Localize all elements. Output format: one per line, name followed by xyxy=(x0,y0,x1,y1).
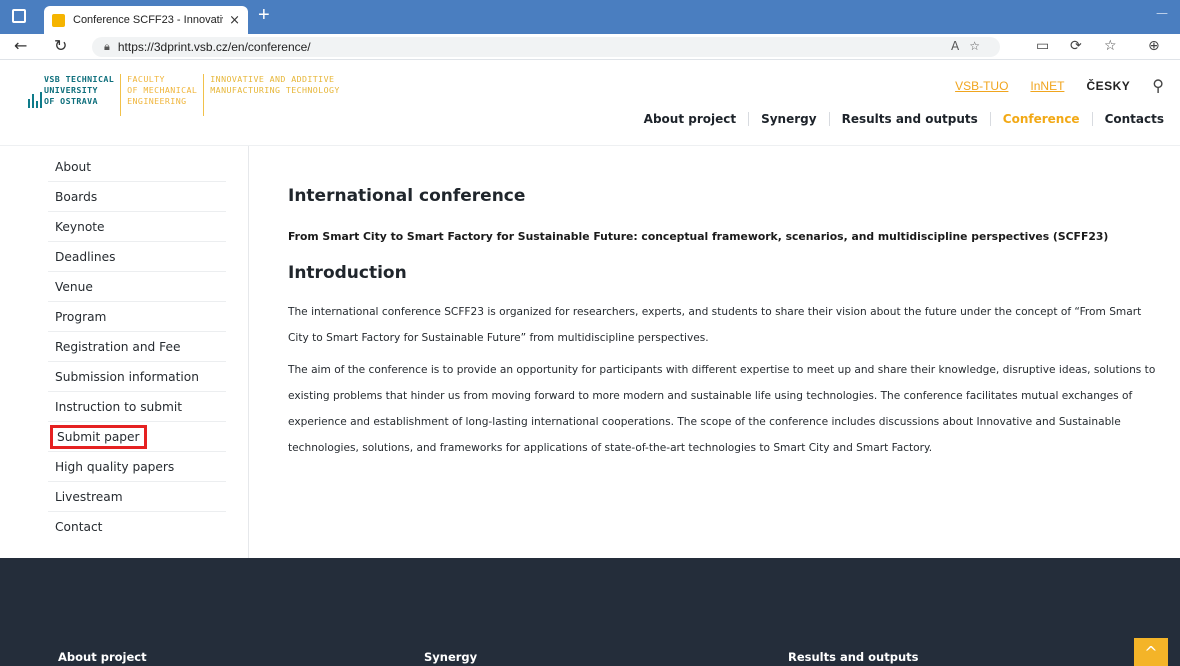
site-footer: About project Synergy Results and output… xyxy=(0,558,1180,666)
site-favicon-icon xyxy=(52,13,65,27)
intro-paragraph-1: The international conference SCFF23 is o… xyxy=(288,306,1142,344)
favorites-icon[interactable]: ☆ xyxy=(1104,38,1117,54)
new-tab-button[interactable]: + xyxy=(258,4,270,27)
main-navigation: About project Synergy Results and output… xyxy=(632,112,1164,126)
logo-university-text: VSB TECHNICAL UNIVERSITY OF OSTRAVA xyxy=(44,74,115,106)
nav-results-and-outputs[interactable]: Results and outputs xyxy=(828,112,990,126)
sidebar-item-contact[interactable]: Contact xyxy=(48,512,226,542)
chevron-up-icon: ^ xyxy=(1144,643,1158,662)
logo-divider xyxy=(203,74,205,116)
submit-paper-highlight-box: Submit paper xyxy=(50,425,147,449)
sidebar-item-about[interactable]: About xyxy=(48,152,226,182)
address-bar-row: ← ↻ 🔒︎ https://3dprint.vsb.cz/en/confere… xyxy=(0,34,1180,60)
url-field[interactable]: 🔒︎ https://3dprint.vsb.cz/en/conference/… xyxy=(92,37,1000,57)
url-text: https://3dprint.vsb.cz/en/conference/ xyxy=(117,40,311,54)
footer-results-and-outputs[interactable]: Results and outputs xyxy=(788,650,919,664)
logo-faculty-text: FACULTY OF MECHANICAL ENGINEERING xyxy=(127,74,198,106)
sidebar-item-livestream[interactable]: Livestream xyxy=(48,482,226,512)
split-screen-icon[interactable]: ▭ xyxy=(1036,38,1049,54)
extensions-icon[interactable]: ⟳ xyxy=(1070,38,1082,54)
sidebar-item-submit-paper[interactable]: Submit paper xyxy=(48,422,226,452)
tab-close-icon[interactable]: × xyxy=(229,13,240,28)
top-links: VSB-TUO InNET ČESKY ⚲ xyxy=(955,76,1164,96)
sidebar-item-keynote[interactable]: Keynote xyxy=(48,212,226,242)
browser-tab-active[interactable]: Conference SCFF23 - Innovative × xyxy=(44,6,248,34)
collections-icon[interactable]: ⊕ xyxy=(1148,38,1160,54)
back-arrow-icon[interactable]: ← xyxy=(14,36,27,55)
sidebar-item-instruction-to-submit[interactable]: Instruction to submit xyxy=(48,392,226,422)
conference-sidebar: About Boards Keynote Deadlines Venue Pro… xyxy=(0,146,249,558)
sidebar-item-venue[interactable]: Venue xyxy=(48,272,226,302)
nav-synergy[interactable]: Synergy xyxy=(748,112,828,126)
innet-link[interactable]: InNET xyxy=(1030,79,1064,93)
nav-conference[interactable]: Conference xyxy=(989,112,1092,126)
window-minimize-icon[interactable]: — xyxy=(1156,6,1168,20)
reload-icon[interactable]: ↻ xyxy=(54,36,67,55)
logo-divider xyxy=(120,74,122,116)
lock-icon: 🔒︎ xyxy=(104,40,110,53)
footer-synergy[interactable]: Synergy xyxy=(424,650,477,664)
back-to-top-button[interactable]: ^ xyxy=(1134,638,1168,666)
sidebar-item-deadlines[interactable]: Deadlines xyxy=(48,242,226,272)
window-menu-icon[interactable] xyxy=(12,9,26,23)
search-icon[interactable]: ⚲ xyxy=(1152,76,1164,96)
sidebar-item-boards[interactable]: Boards xyxy=(48,182,226,212)
browser-tab-bar: Conference SCFF23 - Innovative × + — xyxy=(0,0,1180,34)
read-aloud-favorite-icons[interactable]: A☆ xyxy=(951,39,990,53)
sidebar-item-program[interactable]: Program xyxy=(48,302,226,332)
nav-about-project[interactable]: About project xyxy=(632,112,748,126)
introduction-heading: Introduction xyxy=(288,263,407,283)
intro-paragraph-2: The aim of the conference is to provide … xyxy=(288,364,1156,454)
main-content: International conference From Smart City… xyxy=(288,186,1158,467)
nav-contacts[interactable]: Contacts xyxy=(1091,112,1164,126)
language-switch[interactable]: ČESKY xyxy=(1086,79,1130,93)
vsb-tuo-link[interactable]: VSB-TUO xyxy=(955,79,1008,93)
footer-about-project[interactable]: About project xyxy=(58,650,147,664)
sidebar-item-high-quality-papers[interactable]: High quality papers xyxy=(48,452,226,482)
page-title: International conference xyxy=(288,186,526,206)
logo-department-text: INNOVATIVE AND ADDITIVE MANUFACTURING TE… xyxy=(210,74,340,95)
conference-subtitle: From Smart City to Smart Factory for Sus… xyxy=(288,230,1109,243)
sidebar-item-registration-and-fee[interactable]: Registration and Fee xyxy=(48,332,226,362)
site-header: VSB TECHNICAL UNIVERSITY OF OSTRAVA FACU… xyxy=(0,60,1180,146)
vsb-logo[interactable]: VSB TECHNICAL UNIVERSITY OF OSTRAVA FACU… xyxy=(28,74,340,116)
tab-title: Conference SCFF23 - Innovative xyxy=(73,14,224,26)
sidebar-item-submission-information[interactable]: Submission information xyxy=(48,362,226,392)
vsb-logo-mark-icon xyxy=(28,90,44,108)
